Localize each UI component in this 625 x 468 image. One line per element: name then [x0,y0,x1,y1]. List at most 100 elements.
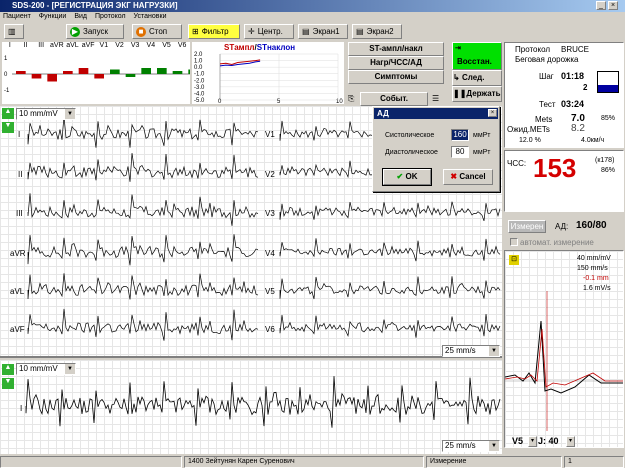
gain-up-button[interactable]: ▲ [2,108,14,119]
rhythm-gain-up-button[interactable]: ▲ [2,364,14,375]
ecg-trace-left [27,115,259,148]
restore-label: Восстан. [457,57,492,66]
trend-y-tick: 0.0 [194,65,203,71]
st-bar [31,74,42,79]
bar-lead-label: III [38,42,45,49]
complex-st: -0.1 mm [583,275,609,282]
dialog-close-icon[interactable]: × [488,109,497,117]
chevron-down-icon: ▼ [489,441,499,451]
bar-axis-tick: 0 [4,72,8,78]
bar-lead-label: V2 [115,42,124,49]
complex-reference [505,328,623,388]
stop-icon: ■ [136,26,146,37]
menu-view[interactable]: Вид [74,13,87,20]
cancel-label: Cancel [459,172,486,181]
ecg-trace-right [279,238,501,262]
bar-lead-label: V4 [146,42,156,49]
st-bar [63,71,73,74]
trend-y-tick: -5.0 [194,98,205,104]
load-hr-bp-button[interactable]: Нагр/ЧСС/АД [348,56,444,70]
bar-lead-label: I [8,42,11,49]
chevron-down-icon: ▼ [65,109,75,119]
lead-label-V2: V2 [265,170,275,179]
st-trend-chart: 2.01.00.0-1.0-2.0-3.0-4.0-5.0 0 5 10 [194,52,343,104]
trend-y-tick: 2.0 [194,52,203,58]
start-label: Запуск [83,27,109,36]
protocol-label: Протокол [515,45,551,54]
lead-label-V5: V5 [265,287,275,296]
rhythm-gain-down-button[interactable]: ▼ [2,378,14,389]
systolic-input[interactable]: 160 [451,129,469,141]
bar-lead-label: aVL [66,42,79,49]
next-button[interactable]: ↳ След. [452,70,502,86]
complex-lead: V5 [512,436,524,446]
ecg-trace-right [279,314,501,338]
gain-select-top[interactable]: 10 mm/mV ▼ [16,108,76,120]
menu-protocol[interactable]: Протокол [95,13,126,20]
stop-label: Стоп [149,27,168,36]
auto-measure-checkbox[interactable] [510,238,518,246]
dialog-ok-button[interactable]: ✔ OK [382,168,432,186]
menu-settings[interactable]: Установки [134,13,167,20]
gain-down-button[interactable]: ▼ [2,122,14,133]
restore-button[interactable]: ⇥ Восстан. [452,42,502,70]
lead-label-aVL: aVL [10,287,25,296]
window-title: SDS-200 - [РЕГИСТРАЦИЯ ЭКГ НАГРУЗКИ] [0,0,625,12]
layout-button[interactable]: ▥ [4,24,24,39]
bar-lead-label: V5 [162,42,171,49]
bar-lead-label: aVF [81,42,95,49]
check-icon: ✔ [396,172,404,181]
start-button[interactable]: ▶ Запуск [66,24,124,39]
j-point-spin[interactable]: ▾ [566,436,575,447]
ecg-trace-right [279,276,501,300]
measure-bp-button[interactable]: Измерен [508,220,546,233]
list-icon: ☰ [432,94,440,103]
dialog-cancel-button[interactable]: ✖ Cancel [443,169,493,185]
hr-percent: 86% [601,167,616,174]
st-bar [188,69,190,74]
diastolic-input[interactable]: 80 [451,146,469,158]
trend-y-tick: -4.0 [194,91,205,97]
center-button[interactable]: ✛ Центр. [244,24,294,39]
speed-select-top[interactable]: 25 mm/s ▼ [442,345,500,357]
trend-y-tick: 1.0 [194,59,203,65]
st-amp-button[interactable]: ST-ампл/накл [348,42,444,56]
complex-lead-spin[interactable]: ▾ [528,436,537,447]
menu-functions[interactable]: Функции [39,13,67,20]
arrow-right-icon: ⇥ [455,45,461,52]
protocol-type: Беговая дорожка [515,55,579,64]
expected-mets-label: Ожид.METs [507,125,550,134]
status-mode: Измерение [426,456,562,468]
speed-bottom-value: 25 mm/s [445,441,476,450]
ecg-trace-left [27,234,259,266]
event-button[interactable]: Событ. [360,92,428,106]
st-bar [78,68,89,74]
st-bars-chart: 1 0 -1 [4,56,190,94]
layout-icon: ▥ [8,27,16,36]
menu-patient[interactable]: Пациент [3,13,31,20]
ecg-trace-left [27,153,259,182]
screen1-button[interactable]: ▤ Экран1 [298,24,348,39]
screen2-button[interactable]: ▤ Экран2 [352,24,402,39]
protocol-name: BRUCE [561,45,590,54]
gain-select-bottom[interactable]: 10 mm/mV ▼ [16,363,76,375]
symptoms-button[interactable]: Симптомы [348,70,444,84]
lead-label-aVF: aVF [10,325,25,334]
trend-y-tick: -2.0 [194,78,205,84]
step-label: Шаг [539,72,554,81]
close-button[interactable]: × [608,1,618,10]
filter-button[interactable]: ⊞ Фильтр [188,24,240,39]
speed-top-value: 25 mm/s [445,346,476,355]
stop-button[interactable]: ■ Стоп [132,24,182,39]
minimize-button[interactable]: _ [596,1,606,10]
hold-button[interactable]: ❚❚Держать [452,86,502,102]
event-icon: ⎘ [348,94,355,103]
lead-label-V3: V3 [265,209,275,218]
filter-icon: ⊞ [192,27,199,36]
hr-target: (к178) [595,157,615,164]
center-icon: ✛ [248,27,255,36]
lead-label-V6: V6 [265,325,275,334]
speed-select-bottom[interactable]: 25 mm/s ▼ [442,440,500,452]
bar-lead-label: V3 [130,42,140,49]
complex-icon: ⊡ [509,255,519,265]
